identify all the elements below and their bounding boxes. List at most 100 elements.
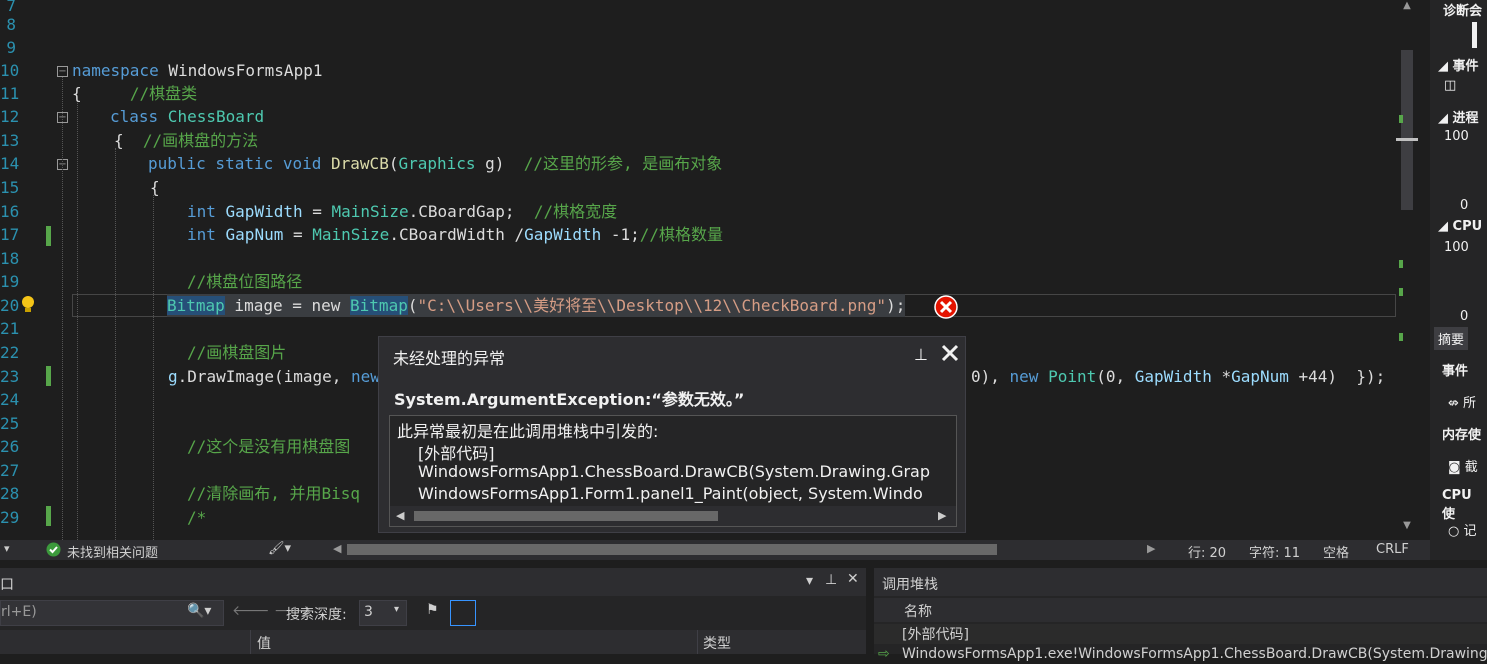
events-section[interactable]: ◢ 事件: [1438, 55, 1479, 74]
scroll-down-icon[interactable]: ▼: [1396, 520, 1418, 534]
code-line-14[interactable]: public static void DrawCB(Graphics g) //…: [148, 152, 722, 175]
change-marker: [1399, 260, 1403, 268]
record-button[interactable]: ○ 记: [1448, 520, 1477, 539]
scroll-left-icon[interactable]: ◀: [396, 509, 404, 522]
snapshot-button[interactable]: ◙ 截: [1448, 456, 1478, 475]
line-number: 27: [0, 461, 20, 480]
code-line-26[interactable]: //这个是没有用棋盘图: [187, 435, 350, 458]
stack-frame[interactable]: [外部代码]: [418, 440, 495, 464]
popup-title: 未经处理的异常: [393, 349, 506, 368]
axis-min: 0: [1460, 309, 1469, 324]
line-number: 11: [0, 84, 20, 103]
view-toggle-icon[interactable]: [450, 600, 476, 626]
close-icon[interactable]: [939, 342, 961, 364]
code-line-22[interactable]: //画棋盘图片: [187, 341, 286, 364]
search-depth-select[interactable]: 3 ▾: [359, 600, 407, 626]
diagnostic-tools-panel: 诊断会 ◢ 事件 ◫ ◢ 进程 100 0 ◢ CPU 100 0 摘要 事件 …: [1430, 0, 1487, 560]
callstack-row-text: WindowsFormsApp1.exe!WindowsFormsApp1.Ch…: [902, 646, 1487, 662]
all-events-link[interactable]: ⇎ 所: [1448, 392, 1476, 411]
close-icon[interactable]: ✕: [847, 571, 859, 587]
chevron-down-icon[interactable]: ▾: [394, 604, 399, 615]
exception-message: System.ArgumentException:“参数无效。”: [394, 390, 745, 409]
code-line-23-tail[interactable]: 0), new Point(0, GapWidth *GapNum +44) }…: [971, 365, 1385, 388]
locals-column-headers: 值 类型: [0, 630, 866, 654]
brush-icon[interactable]: 🖌▾: [268, 541, 291, 556]
change-marker: [1399, 288, 1403, 296]
line-number: 12: [0, 107, 20, 126]
scroll-left-icon[interactable]: ◀: [333, 542, 341, 555]
error-icon[interactable]: [934, 295, 958, 319]
code-line-20-error[interactable]: Bitmap image = new Bitmap("C:\\Users\\美好…: [167, 294, 906, 317]
line-number: 14: [0, 154, 20, 173]
line-indicator[interactable]: 行: 20: [1188, 542, 1226, 561]
pin-icon[interactable]: ⊥: [825, 572, 837, 588]
code-line-13[interactable]: { //画棋盘的方法: [114, 129, 258, 152]
pause-icon[interactable]: ◫: [1444, 78, 1456, 93]
window-title: 调用堆栈: [882, 577, 938, 593]
line-number: 29: [0, 508, 20, 527]
eol-indicator[interactable]: CRLF: [1376, 542, 1409, 557]
search-icon[interactable]: 🔍▾: [187, 603, 211, 619]
horizontal-scrollbar-thumb[interactable]: [347, 544, 997, 555]
lightbulb-icon[interactable]: [20, 295, 36, 315]
timeline-marker[interactable]: [1472, 22, 1477, 48]
stack-frame[interactable]: WindowsFormsApp1.ChessBoard.DrawCB(Syste…: [418, 462, 930, 481]
window-header: 口 ▾ ⊥ ✕: [0, 568, 866, 596]
column-type[interactable]: 类型: [703, 633, 731, 653]
code-line-10[interactable]: namespace WindowsFormsApp1: [72, 59, 322, 82]
pin-filter-icon[interactable]: ⚑: [426, 602, 439, 618]
line-number: 26: [0, 437, 20, 456]
issues-status[interactable]: 未找到相关问题: [67, 542, 158, 561]
check-circle-icon: [46, 542, 61, 557]
dropdown-arrow-icon[interactable]: ▾: [806, 573, 813, 589]
scrollbar-thumb[interactable]: [414, 511, 718, 521]
horizontal-scrollbar[interactable]: ◀ ▶: [390, 506, 956, 526]
code-line-28[interactable]: //清除画布, 并用Bisq: [187, 482, 360, 505]
column-indicator[interactable]: 字符: 11: [1249, 542, 1300, 561]
line-number: 23: [0, 367, 20, 386]
search-input[interactable]: rl+E) 🔍▾: [0, 600, 224, 626]
column-divider[interactable]: [250, 630, 251, 654]
scroll-up-icon[interactable]: ▲: [1396, 0, 1418, 14]
whitespace-indicator[interactable]: 空格: [1323, 542, 1349, 561]
callstack-row[interactable]: [外部代码]: [874, 624, 1487, 644]
column-divider[interactable]: [697, 630, 698, 654]
cpu-usage-heading: CPU 使: [1442, 488, 1472, 522]
code-line-12[interactable]: class ChessBoard: [110, 105, 264, 128]
code-line-15[interactable]: {: [150, 176, 160, 199]
code-line-16[interactable]: int GapWidth = MainSize.CBoardGap; //棋格宽…: [187, 200, 617, 223]
editor-vertical-scrollbar[interactable]: ▲ ▼: [1396, 0, 1418, 540]
stack-frame[interactable]: WindowsFormsApp1.Form1.panel1_Paint(obje…: [418, 484, 923, 503]
dropdown-arrow-icon[interactable]: ▾: [4, 542, 10, 555]
cpu-section[interactable]: ◢ CPU: [1438, 219, 1482, 234]
line-number: 15: [0, 178, 20, 197]
scrollbar-thumb[interactable]: [1401, 50, 1413, 210]
line-number: 9: [6, 38, 16, 57]
column-value[interactable]: 值: [257, 633, 271, 653]
pin-icon[interactable]: ⊥: [914, 345, 928, 364]
line-number: 18: [0, 249, 20, 268]
code-line-17[interactable]: int GapNum = MainSize.CBoardWidth /GapWi…: [187, 223, 723, 246]
callstack-row[interactable]: ⇨ WindowsFormsApp1.exe!WindowsFormsApp1.…: [874, 644, 1487, 664]
code-line-11[interactable]: { //棋盘类: [72, 82, 197, 105]
axis-min: 0: [1460, 198, 1469, 213]
line-number: 17: [0, 225, 20, 244]
code-line-23[interactable]: g.DrawImage(image, new: [168, 365, 380, 388]
process-section[interactable]: ◢ 进程: [1438, 107, 1479, 126]
scroll-right-icon[interactable]: ▶: [938, 509, 946, 522]
call-stack-box[interactable]: 此异常最初是在此调用堆栈中引发的: [外部代码] WindowsFormsApp…: [389, 415, 957, 527]
collapse-icon[interactable]: −: [57, 66, 68, 77]
window-header: 调用堆栈: [874, 568, 1487, 596]
column-name[interactable]: 名称: [904, 601, 932, 621]
fold-guide: [62, 77, 63, 540]
change-indicator: [46, 506, 51, 526]
line-number: 28: [0, 484, 20, 503]
tab-summary[interactable]: 摘要: [1434, 327, 1469, 350]
editor-status-bar: ▾ 未找到相关问题 🖌▾ ◀ ▶ 行: 20 字符: 11 空格 CRLF: [0, 540, 1430, 561]
code-line-19[interactable]: //棋盘位图路径: [187, 270, 302, 293]
line-number: 16: [0, 202, 20, 221]
code-line-29[interactable]: /*: [187, 506, 206, 529]
callstack-column-headers: 名称: [874, 598, 1487, 622]
callstack-row-text: [外部代码]: [902, 627, 969, 643]
scroll-right-icon[interactable]: ▶: [1147, 542, 1155, 555]
